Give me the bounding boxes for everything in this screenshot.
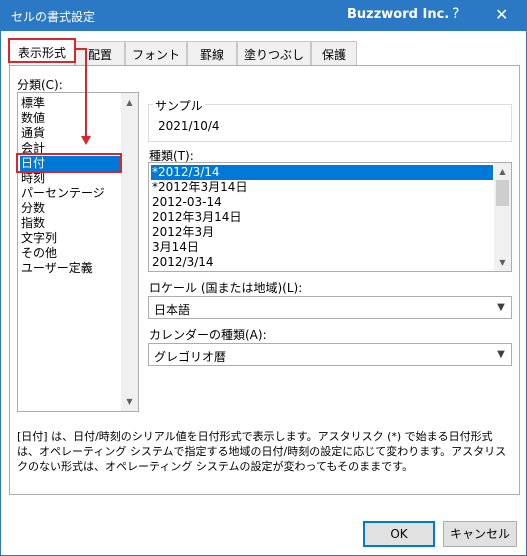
annotation-box-date <box>16 153 122 173</box>
tab-protection[interactable]: 保護 <box>311 41 357 65</box>
annotation-arrow-head-icon <box>81 136 91 145</box>
locale-value: 日本語 <box>154 303 191 317</box>
category-scrollbar[interactable]: ▲ ▼ <box>121 93 138 411</box>
category-item-special[interactable]: その他 <box>20 246 120 261</box>
tab-label: 塗りつぶし <box>243 48 305 62</box>
ok-button[interactable]: OK <box>363 521 435 547</box>
category-item-scientific[interactable]: 指数 <box>20 216 120 231</box>
category-item-time[interactable]: 時刻 <box>20 171 120 186</box>
calendar-label: カレンダーの種類(A): <box>149 328 267 342</box>
type-item[interactable]: 2012年3月14日 <box>151 210 493 225</box>
type-scrollbar[interactable]: ▲ ▼ <box>494 163 511 271</box>
type-item[interactable]: *2012年3月14日 <box>151 180 493 195</box>
scroll-up-icon[interactable]: ▲ <box>494 164 511 179</box>
cancel-button[interactable]: キャンセル <box>443 521 517 547</box>
calendar-dropdown[interactable]: グレゴリオ暦 ▼ <box>148 343 512 366</box>
format-cells-dialog: セルの書式設定 Buzzword Inc. ? ✕ 表示形式 配置 フォント 罫… <box>0 0 527 556</box>
category-list[interactable]: 標準 数値 通貨 会計 日付 時刻 パーセンテージ 分数 指数 文字列 その他 … <box>17 92 139 412</box>
scroll-down-icon[interactable]: ▼ <box>494 255 511 270</box>
type-item[interactable]: 2012/3/14 <box>151 255 493 270</box>
chevron-down-icon[interactable]: ▼ <box>491 344 511 365</box>
format-description: [日付] は、日付/時刻のシリアル値を日付形式で表示します。アスタリスク (*)… <box>17 430 507 473</box>
type-item[interactable]: 2012年3月 <box>151 225 493 240</box>
tab-label: 保護 <box>321 48 346 62</box>
scroll-down-icon[interactable]: ▼ <box>121 394 138 409</box>
chevron-down-icon[interactable]: ▼ <box>491 297 511 318</box>
category-item-number[interactable]: 数値 <box>20 111 120 126</box>
tab-label: 罫線 <box>199 48 224 62</box>
sample-label: サンプル <box>153 97 205 114</box>
tab-label: 配置 <box>87 48 112 62</box>
type-item[interactable]: 2012-03-14 <box>151 195 493 210</box>
category-label: 分類(C): <box>17 78 63 92</box>
type-list[interactable]: *2012/3/14 *2012年3月14日 2012-03-14 2012年3… <box>148 162 512 272</box>
close-icon[interactable]: ✕ <box>495 5 508 24</box>
tab-label: フォント <box>131 48 180 62</box>
category-item-text[interactable]: 文字列 <box>20 231 120 246</box>
tab-fill[interactable]: 塗りつぶし <box>237 41 311 65</box>
help-icon[interactable]: ? <box>452 6 459 22</box>
locale-dropdown[interactable]: 日本語 ▼ <box>148 296 512 319</box>
scroll-thumb[interactable] <box>496 180 509 206</box>
dialog-title: セルの書式設定 <box>11 10 96 24</box>
tab-font[interactable]: フォント <box>125 41 187 65</box>
category-item-custom[interactable]: ユーザー定義 <box>20 261 120 276</box>
sample-value: 2021/10/4 <box>158 119 220 133</box>
category-item-fraction[interactable]: 分数 <box>20 201 120 216</box>
category-item-percentage[interactable]: パーセンテージ <box>20 186 120 201</box>
tab-border[interactable]: 罫線 <box>187 41 237 65</box>
category-item-general[interactable]: 標準 <box>20 96 120 111</box>
title-bar: セルの書式設定 Buzzword Inc. ? ✕ <box>1 1 526 31</box>
calendar-value: グレゴリオ暦 <box>154 350 227 364</box>
annotation-box-tab <box>8 38 76 63</box>
category-item-currency[interactable]: 通貨 <box>20 126 120 141</box>
title-company-name: Buzzword Inc. <box>347 7 450 22</box>
locale-label: ロケール (国または地域)(L): <box>149 281 303 295</box>
annotation-arrow-vertical <box>85 48 87 137</box>
tab-alignment[interactable]: 配置 <box>75 41 125 65</box>
scroll-up-icon[interactable]: ▲ <box>121 95 138 110</box>
type-item[interactable]: 3月14日 <box>151 240 493 255</box>
type-item[interactable]: *2012/3/14 <box>151 165 493 180</box>
